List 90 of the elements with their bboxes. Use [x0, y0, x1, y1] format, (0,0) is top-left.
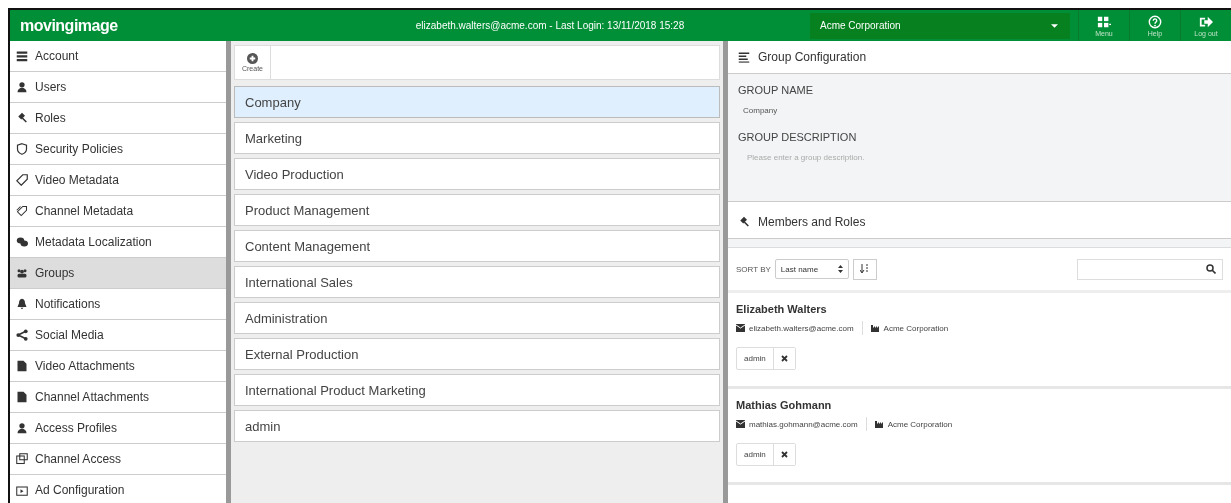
role-label: admin: [737, 444, 774, 465]
member-email: elizabeth.walters@acme.com: [749, 323, 854, 333]
member-company: Acme Corporation: [883, 323, 949, 333]
panel-title: Members and Roles: [758, 215, 866, 229]
sort-select[interactable]: Last name: [774, 259, 849, 279]
sort-arrows-icon: [837, 265, 843, 273]
user-icon: [16, 81, 28, 93]
share-icon: [16, 329, 28, 341]
role-label: admin: [737, 348, 774, 369]
sidebar-item[interactable]: Channel Access: [10, 444, 226, 475]
sidebar-item-label: Groups: [35, 266, 75, 280]
sidebar-item-label: Account: [35, 49, 79, 63]
sidebar-item[interactable]: Account: [10, 41, 226, 72]
sidebar-item-label: Video Attachments: [35, 359, 135, 373]
sidebar-item[interactable]: Groups: [10, 258, 226, 289]
member-email: mathias.gohmann@acme.com: [749, 419, 858, 429]
sidebar-item-label: Notifications: [35, 297, 101, 311]
sort-label: SORT BY: [736, 264, 771, 274]
group-item[interactable]: admin: [234, 410, 720, 442]
sidebar-item[interactable]: Ad Configuration: [10, 475, 226, 503]
sort-icon: [860, 264, 870, 274]
sidebar-item-label: Social Media: [35, 328, 104, 342]
sidebar-item[interactable]: Roles: [10, 103, 226, 134]
member-name: Elizabeth Walters: [736, 303, 828, 315]
sidebar-item[interactable]: Channel Attachments: [10, 382, 226, 413]
sidebar-item-label: Security Policies: [35, 142, 124, 156]
panel-title: Group Configuration: [758, 50, 867, 64]
envelope-icon: [736, 324, 745, 332]
sidebar-item-label: Channel Attachments: [35, 390, 150, 404]
sidebar-item[interactable]: Security Policies: [10, 134, 226, 165]
shield-icon: [16, 143, 28, 155]
group-item[interactable]: International Product Marketing: [234, 374, 720, 406]
envelope-icon: [736, 420, 745, 428]
member-company: Acme Corporation: [887, 419, 953, 429]
user-icon: [16, 422, 28, 434]
group-item[interactable]: International Sales: [234, 266, 720, 298]
sort-direction-button[interactable]: [852, 258, 877, 280]
group-item[interactable]: External Production: [234, 338, 720, 370]
group-name-field[interactable]: Company: [738, 96, 1221, 131]
sidebar-item-label: Channel Access: [35, 452, 122, 466]
sidebar-item[interactable]: Social Media: [10, 320, 226, 351]
group-item[interactable]: Product Management: [234, 194, 720, 226]
sidebar-item-label: Roles: [35, 111, 66, 125]
sidebar-item-label: Ad Configuration: [35, 483, 125, 497]
sidebar-item[interactable]: Video Attachments: [10, 351, 226, 382]
factory-icon: [870, 324, 880, 332]
file-icon: [16, 360, 28, 372]
sidebar-item-label: Video Metadata: [35, 173, 119, 187]
group-item[interactable]: Company: [234, 86, 720, 118]
plus-circle-icon: [247, 53, 258, 64]
group-item[interactable]: Video Production: [234, 158, 720, 190]
sidebar-item-label: Channel Metadata: [35, 204, 134, 218]
logo: movingimage: [19, 16, 119, 35]
tag-icon: [16, 174, 28, 186]
group-item[interactable]: Content Management: [234, 230, 720, 262]
gavel-icon: [738, 216, 750, 228]
user-login-info: elizabeth.walters@acme.com - Last Login: 13/11/2018 15:28: [414, 20, 686, 31]
bell-icon: [16, 298, 28, 310]
sidebar-item-label: Metadata Localization: [35, 235, 152, 249]
field-label: GROUP DESCRIPTION: [738, 131, 858, 143]
sidebar-item[interactable]: Notifications: [10, 289, 226, 320]
file-icon: [16, 391, 28, 403]
sidebar-item[interactable]: Access Profiles: [10, 413, 226, 444]
sidebar-item-label: Access Profiles: [35, 421, 118, 435]
group-item[interactable]: Administration: [234, 302, 720, 334]
member-name: Mathias Gohmann: [736, 399, 833, 411]
group-icon: [16, 267, 28, 279]
caret-icon: [1051, 23, 1058, 28]
search-field[interactable]: [1077, 258, 1223, 280]
account-icon: [16, 50, 28, 62]
window-icon: [16, 453, 28, 465]
gavel-icon: [16, 112, 28, 124]
search-icon: [1206, 264, 1216, 274]
help-icon: [1148, 14, 1162, 29]
tags-icon: [16, 205, 28, 217]
factory-icon: [874, 420, 884, 428]
tv-icon: [16, 484, 28, 496]
sidebar-item[interactable]: Channel Metadata: [10, 196, 226, 227]
sidebar-item-label: Users: [35, 80, 67, 94]
align-left-icon: [738, 51, 750, 63]
logout-icon: [1199, 14, 1213, 29]
sidebar-item[interactable]: Video Metadata: [10, 165, 226, 196]
close-icon: [780, 355, 788, 362]
close-icon: [780, 451, 788, 458]
grid-icon: [1097, 14, 1111, 29]
sidebar-item[interactable]: Users: [10, 72, 226, 103]
field-label: GROUP NAME: [738, 84, 814, 96]
chat-icon: [16, 236, 28, 248]
group-item[interactable]: Marketing: [234, 122, 720, 154]
company-select[interactable]: Acme Corporation: [810, 12, 1070, 39]
